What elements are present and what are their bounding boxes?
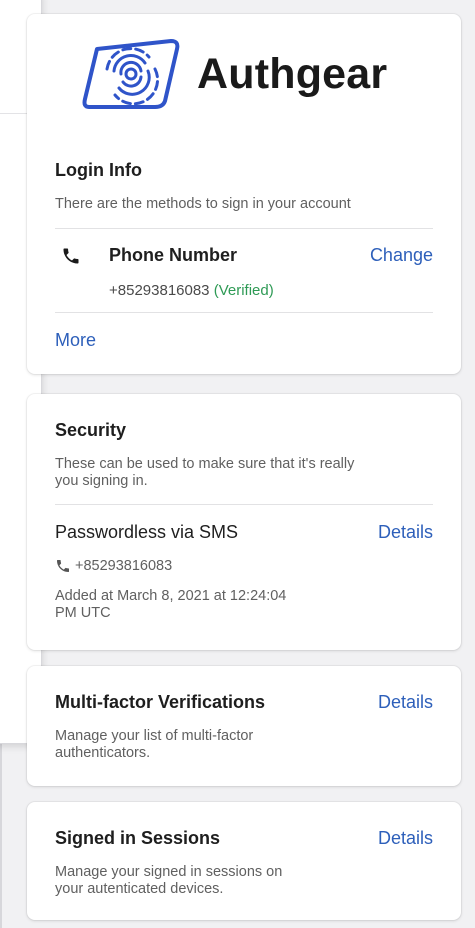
login-info-title: Login Info [55, 160, 142, 180]
security-phone-value: +85293816083 [75, 558, 173, 574]
authgear-logo: Authgear [79, 34, 409, 114]
added-at-line2: PM UTC [55, 605, 111, 621]
passwordless-sms-label: Passwordless via SMS [55, 522, 239, 542]
mfa-card: Multi-factor Verifications Details Manag… [27, 666, 461, 786]
mfa-description-line1: Manage your list of multi-factor [55, 728, 254, 744]
sessions-description-line1: Manage your signed in sessions on [55, 864, 283, 880]
login-divider-2 [55, 312, 433, 313]
phone-number-text: +85293816083 [109, 282, 210, 299]
mfa-details-button[interactable]: Details [378, 692, 433, 713]
security-details-button[interactable]: Details [378, 522, 433, 543]
change-button[interactable]: Change [370, 245, 433, 266]
mfa-title: Multi-factor Verifications [55, 692, 266, 712]
sessions-title: Signed in Sessions [55, 828, 221, 848]
login-divider [55, 228, 433, 229]
sessions-card: Signed in Sessions Details Manage your s… [27, 802, 461, 920]
phone-number-value: +85293816083 (Verified) [109, 282, 274, 299]
security-card: Security These can be used to make sure … [27, 394, 461, 650]
sessions-details-button[interactable]: Details [378, 828, 433, 849]
login-info-description: There are the methods to sign in your ac… [55, 196, 351, 212]
sessions-description-line2: your autenticated devices. [55, 881, 224, 897]
phone-icon [63, 248, 79, 264]
more-link[interactable]: More [55, 330, 96, 351]
added-at-line1: Added at March 8, 2021 at 12:24:04 [55, 588, 287, 604]
brand-name: Authgear [197, 49, 388, 98]
login-info-card: Authgear Login Info There are the method… [27, 14, 461, 374]
fingerprint-icon [82, 39, 180, 109]
phone-number-label: Phone Number [109, 245, 238, 265]
security-description-line1: These can be used to make sure that it's… [55, 456, 355, 472]
security-title: Security [55, 420, 127, 440]
security-divider [55, 504, 433, 505]
verified-badge: (Verified) [213, 282, 274, 299]
phone-small-icon [57, 560, 69, 572]
mfa-description-line2: authenticators. [55, 745, 151, 761]
security-description-line2: you signing in. [55, 473, 148, 489]
